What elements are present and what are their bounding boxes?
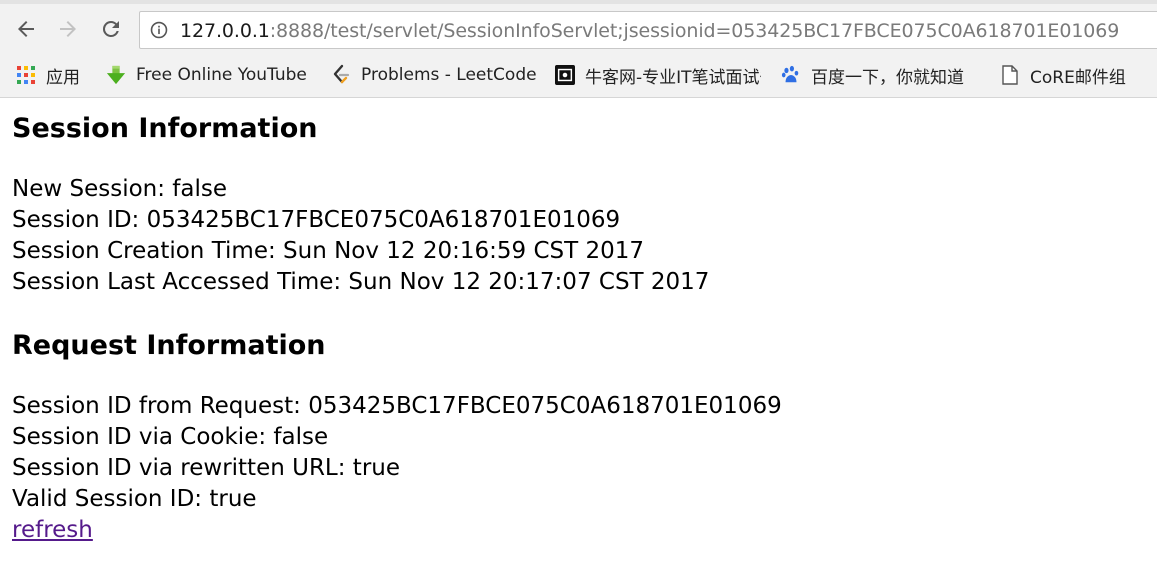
session-id-from-request-line: Session ID from Request: 053425BC17FBCE0… (12, 393, 782, 419)
url-text: 127.0.0.1:8888/test/servlet/SessionInfoS… (180, 20, 1119, 42)
session-id-line: Session ID: 053425BC17FBCE075C0A618701E0… (12, 207, 621, 233)
apps-grid-icon (16, 65, 36, 85)
session-info-heading: Session Information (12, 113, 318, 144)
url-path: :8888/test/servlet/SessionInfoServlet;js… (269, 20, 1120, 42)
reload-icon (102, 20, 119, 37)
bookmark-apps[interactable]: 应用 (16, 62, 80, 88)
tab-strip-edge (0, 0, 1157, 4)
nowcoder-icon (555, 65, 575, 85)
bookmark-leetcode[interactable]: Problems - LeetCode (331, 62, 537, 88)
bookmark-label: CoRE邮件组 (1030, 67, 1126, 88)
page-icon (1000, 65, 1020, 85)
session-last-accessed-line: Session Last Accessed Time: Sun Nov 12 2… (12, 269, 710, 295)
forward-button[interactable] (53, 14, 83, 44)
bookmark-label: Free Online YouTube to MP3 Converter (136, 65, 312, 85)
address-bar[interactable]: 127.0.0.1:8888/test/servlet/SessionInfoS… (139, 11, 1157, 49)
info-icon[interactable] (150, 21, 168, 39)
new-session-line: New Session: false (12, 176, 228, 202)
bookmark-youtube-mp3[interactable]: Free Online YouTube to MP3 Converter (106, 62, 312, 88)
download-arrow-icon (106, 65, 126, 85)
session-id-via-cookie-line: Session ID via Cookie: false (12, 424, 329, 450)
bookmarks-bar: 应用 Free Online YouTube to MP3 Converter (0, 58, 1157, 92)
session-creation-time-line: Session Creation Time: Sun Nov 12 20:16:… (12, 238, 645, 264)
bookmark-core-mail[interactable]: CoRE邮件组 (1000, 62, 1126, 88)
leetcode-icon (331, 64, 351, 85)
refresh-link[interactable]: refresh (12, 517, 93, 543)
valid-session-id-line: Valid Session ID: true (12, 486, 257, 512)
baidu-paw-icon (781, 65, 801, 85)
refresh-link-row: refresh (12, 515, 93, 546)
browser-chrome: 127.0.0.1:8888/test/servlet/SessionInfoS… (0, 0, 1157, 98)
request-info-heading: Request Information (12, 330, 326, 361)
bookmark-baidu[interactable]: 百度一下，你就知道 (781, 62, 964, 88)
back-button[interactable] (11, 14, 41, 44)
bookmark-nowcoder[interactable]: 牛客网-专业IT笔试面试备考平台 (555, 62, 761, 88)
bookmark-label: 应用 (46, 67, 80, 88)
reload-button[interactable] (96, 14, 126, 44)
forward-arrow-icon (60, 21, 76, 37)
session-id-via-url-line: Session ID via rewritten URL: true (12, 455, 401, 481)
back-arrow-icon (18, 21, 34, 37)
bookmark-label: 牛客网-专业IT笔试面试备考平台 (585, 67, 761, 88)
bookmark-label: 百度一下，你就知道 (811, 67, 964, 88)
url-host: 127.0.0.1 (180, 20, 270, 42)
bookmark-label: Problems - LeetCode (361, 65, 537, 85)
